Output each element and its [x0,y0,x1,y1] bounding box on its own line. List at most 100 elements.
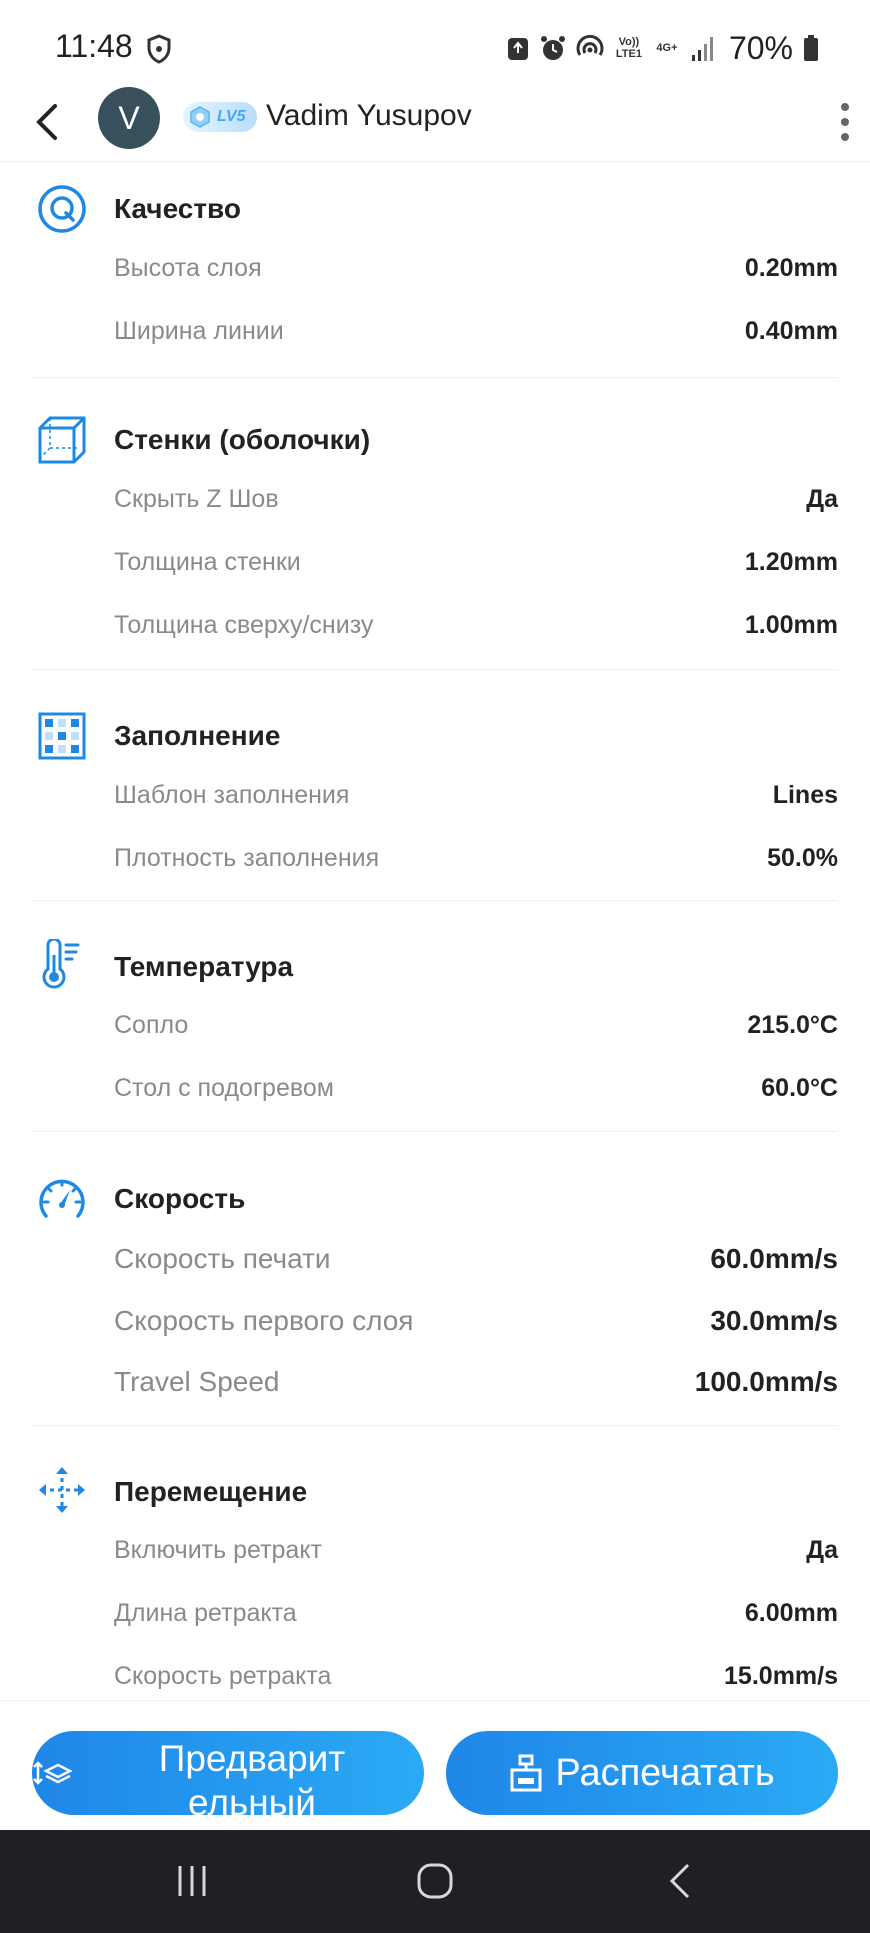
setting-label: Сопло [114,1010,189,1039]
setting-row[interactable]: Толщина сверху/снизу 1.00mm [114,605,838,645]
setting-label: Толщина стенки [114,547,301,576]
status-time: 11:48 [55,28,133,64]
system-back-button[interactable] [650,1856,710,1906]
setting-value: 0.20mm [744,253,838,282]
setting-label: Толщина сверху/снизу [114,610,374,639]
setting-row[interactable]: Скрыть Z Шов Да [114,479,838,519]
level-badge: LV5 [183,102,257,132]
level-text: LV5 [217,108,246,125]
setting-value: 100.0mm/s [694,1366,838,1397]
section-title: Перемещение [114,1476,308,1507]
setting-row[interactable]: Travel Speed 100.0mm/s [114,1362,838,1402]
section-speed: Скорость Скорость печати 60.0mm/s Скорос… [0,1132,870,1426]
setting-value: Lines [772,780,838,809]
chevron-left-icon [36,104,57,140]
setting-value: Да [806,1535,838,1564]
section-title: Стенки (оболочки) [114,424,371,455]
setting-row[interactable]: Длина ретракта 6.00mm [114,1593,838,1633]
setting-label: Скорость печати [114,1243,331,1274]
preview-button-label: Предварительный [158,1738,346,1815]
back-button[interactable] [24,96,68,148]
section-title: Скорость [114,1183,246,1214]
back-arrow-icon [669,1863,690,1899]
setting-row[interactable]: Высота слоя 0.20mm [114,248,838,288]
section-infill: Заполнение Шаблон заполнения Lines Плотн… [0,670,870,901]
recent-apps-icon [178,1866,206,1896]
setting-value: 1.00mm [744,610,838,639]
home-icon [417,1863,453,1899]
setting-label: Ширина линии [114,316,284,345]
volte-indicator: Vo)) LTE1 [615,36,642,60]
setting-label: Стол с подогревом [114,1073,334,1102]
setting-row[interactable]: Толщина стенки 1.20mm [114,542,838,582]
level-hexagon-icon [190,106,210,128]
home-button[interactable] [405,1856,465,1906]
setting-label: Скрыть Z Шов [114,484,279,513]
setting-value: 60.0°C [761,1073,838,1102]
system-nav-bar [0,1830,870,1933]
setting-label: Высота слоя [114,253,262,282]
shield-icon [147,34,171,64]
infill-grid-icon [38,712,86,760]
setting-row[interactable]: Скорость первого слоя 30.0mm/s [114,1301,838,1341]
more-options-button[interactable] [830,94,860,150]
setting-row[interactable]: Плотность заполнения 50.0% [114,838,838,878]
setting-label: Скорость первого слоя [114,1305,414,1336]
dot [841,118,849,126]
printer-icon [510,1754,542,1792]
setting-value: 60.0mm/s [710,1243,838,1274]
setting-label: Скорость ретракта [114,1661,332,1690]
setting-label: Шаблон заполнения [114,780,350,809]
signal-icon [691,37,713,61]
recycle-notification-icon [507,38,528,60]
battery-icon [804,35,818,61]
setting-row[interactable]: Включить ретракт Да [114,1530,838,1570]
section-temperature: Температура Сопло 215.0°C Стол с подогре… [0,901,870,1132]
action-bar: Предварительный Распечатать [0,1700,870,1830]
section-walls: Стенки (оболочки) Скрыть Z Шов Да Толщин… [0,378,870,670]
setting-row[interactable]: Стол с подогревом 60.0°C [114,1068,838,1108]
alarm-icon [540,36,565,60]
setting-value: 30.0mm/s [710,1305,838,1336]
dot [841,103,849,111]
setting-row[interactable]: Скорость ретракта 15.0mm/s [114,1656,838,1696]
setting-row[interactable]: Скорость печати 60.0mm/s [114,1239,838,1279]
print-button-label: Распечатать [555,1751,775,1794]
thermometer-icon [42,939,80,989]
setting-row[interactable]: Шаблон заполнения Lines [114,775,838,815]
setting-label: Плотность заполнения [114,843,380,872]
section-title: Заполнение [114,720,281,751]
status-bar: 11:48 Vo)) LTE1 4G+ 70% [0,0,870,90]
recent-apps-button[interactable] [162,1856,222,1906]
dot [841,133,849,141]
section-title: Качество [114,193,241,224]
layers-preview-icon [33,1761,72,1785]
setting-label: Travel Speed [114,1366,280,1397]
move-arrows-icon [39,1467,85,1513]
setting-row[interactable]: Сопло 215.0°C [114,1005,838,1045]
cube-icon [38,416,86,464]
network-type: 4G+ [656,42,678,54]
avatar[interactable]: V [98,87,160,149]
setting-value: 6.00mm [744,1598,838,1627]
battery-percent: 70% [728,29,793,66]
user-name[interactable]: Vadim Yusupov [266,99,472,133]
hotspot-icon [576,34,604,56]
setting-value: 215.0°C [747,1010,838,1039]
setting-value: Да [806,484,838,513]
quality-q-icon [38,185,86,233]
app-header: V LV5 Vadim Yusupov [0,82,870,162]
section-travel: Перемещение Включить ретракт Да Длина ре… [0,1426,870,1700]
setting-label: Длина ретракта [114,1598,297,1627]
section-quality: Качество Высота слоя 0.20mm Ширина линии… [0,163,870,378]
section-title: Температура [114,951,294,982]
setting-value: 0.40mm [744,316,838,345]
print-button[interactable]: Распечатать [446,1731,838,1815]
setting-value: 15.0mm/s [724,1661,838,1690]
setting-row[interactable]: Ширина линии 0.40mm [114,311,838,351]
preview-button[interactable]: Предварительный [32,1731,424,1815]
setting-label: Включить ретракт [114,1535,322,1564]
status-icons: Vo)) LTE1 4G+ 70% [505,28,820,68]
speedometer-icon [39,1179,85,1218]
setting-value: 1.20mm [744,547,838,576]
